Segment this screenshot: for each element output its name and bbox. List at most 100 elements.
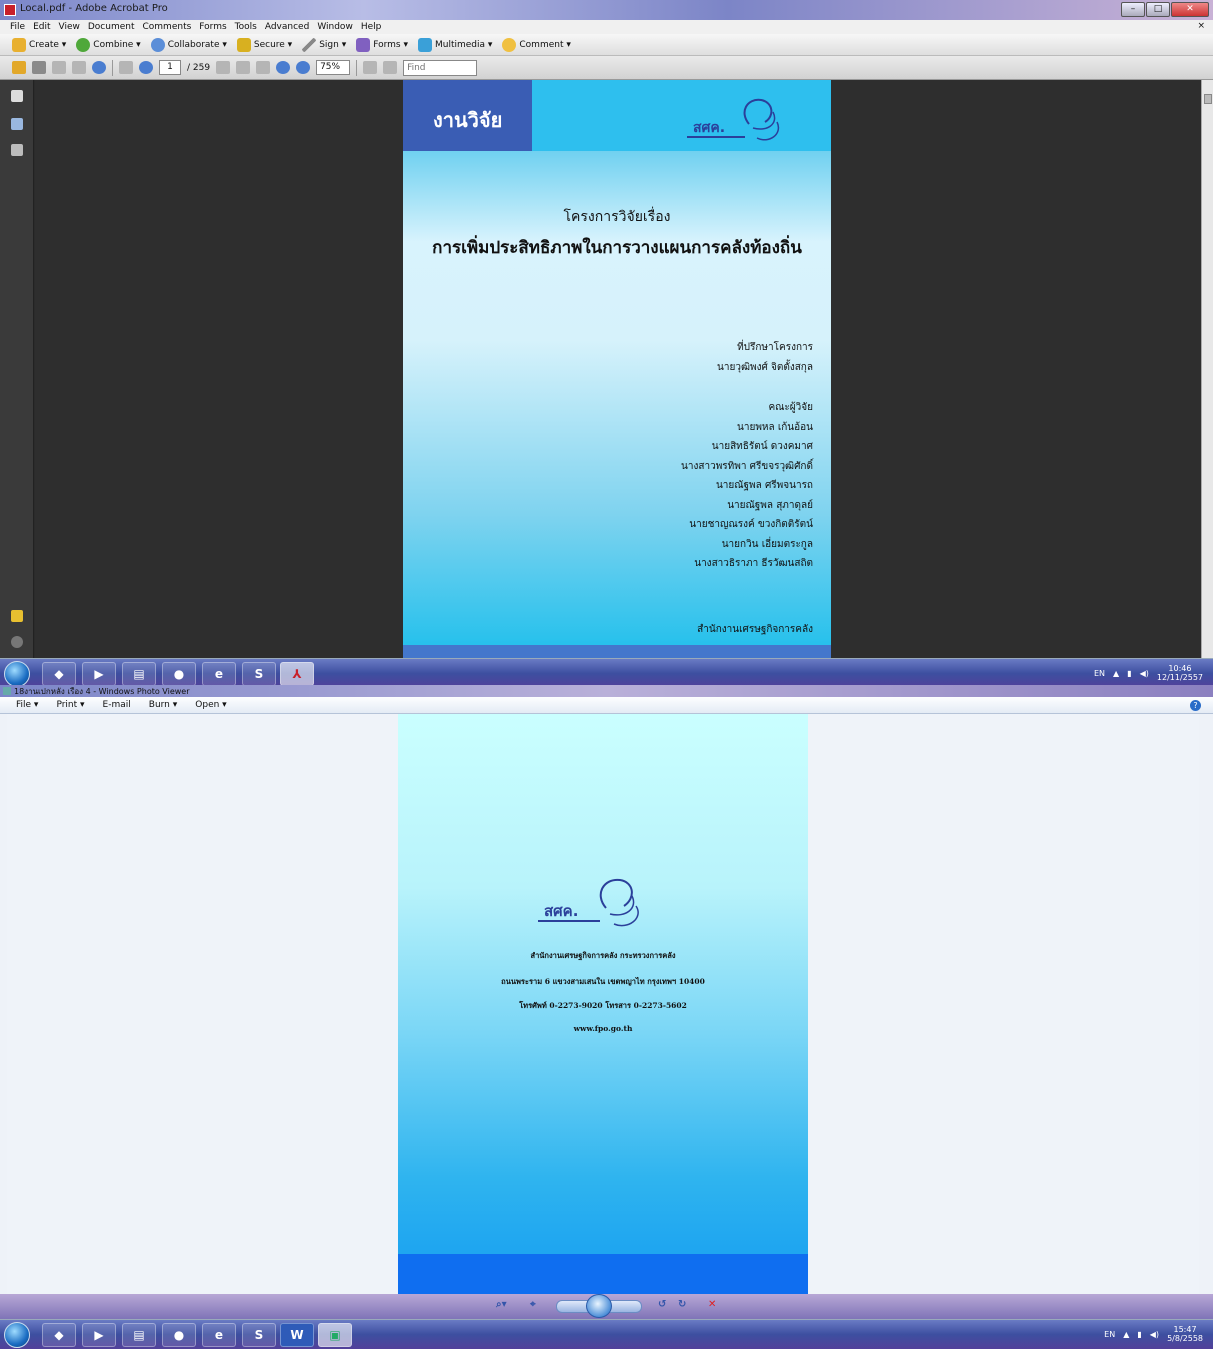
menu-help[interactable]: Help [361, 22, 382, 32]
email-icon[interactable] [72, 61, 86, 74]
taskbar-app-skype[interactable]: S [242, 1323, 276, 1347]
save-icon[interactable] [52, 61, 66, 74]
acrobat-title-bar[interactable]: Local.pdf - Adobe Acrobat Pro – □ ✕ [0, 0, 1213, 20]
document-close-button[interactable]: × [1197, 21, 1205, 31]
menu-tools[interactable]: Tools [235, 22, 257, 32]
actual-size-icon[interactable]: ⌖ [530, 1299, 536, 1314]
delete-icon[interactable]: ✕ [708, 1299, 716, 1314]
taskbar-app-player[interactable]: ▶ [82, 662, 116, 686]
close-button[interactable]: ✕ [1171, 2, 1209, 17]
forms-button[interactable]: Forms ▾ [356, 37, 408, 52]
clock[interactable]: 15:47 5/8/2558 [1167, 1325, 1203, 1343]
signatures-panel-icon[interactable] [11, 144, 23, 156]
secure-button[interactable]: Secure ▾ [236, 37, 292, 52]
taskbar-app-acrobat[interactable]: ⅄ [280, 662, 314, 686]
taskbar-app-folder[interactable]: ▤ [122, 662, 156, 686]
tray-arrow-icon[interactable]: ▲ [1123, 1330, 1129, 1339]
marquee-zoom-icon[interactable] [256, 61, 271, 74]
pv-menu-print[interactable]: Print ▾ [56, 700, 84, 710]
taskbar-app-media[interactable]: ◆ [42, 1323, 76, 1347]
previous-page-icon[interactable] [119, 61, 133, 74]
photo-viewer-menubar: File ▾ Print ▾ E-mail Burn ▾ Open ▾ ? [0, 697, 1213, 714]
taskbar-app-ie[interactable]: e [202, 1323, 236, 1347]
taskbar-app-ie[interactable]: e [202, 662, 236, 686]
create-button[interactable]: Create ▾ [12, 37, 66, 52]
help-icon[interactable]: ? [1190, 700, 1201, 711]
team-block: คณะผู้วิจัย นายพหล เก้นอ้อน นายสิทธิรัตน… [681, 398, 813, 574]
attachments-panel-icon[interactable] [11, 636, 23, 648]
language-indicator[interactable]: EN [1104, 1330, 1115, 1339]
open-folder-icon[interactable] [12, 61, 26, 74]
multimedia-button[interactable]: Multimedia ▾ [417, 37, 492, 52]
team-member: นายกวิน เอี่ยมตระกูล [721, 538, 813, 550]
fit-width-icon[interactable] [383, 61, 398, 74]
taskbar-app-word[interactable]: W [280, 1323, 314, 1347]
sign-button[interactable]: Sign ▾ [302, 37, 346, 52]
page-total: / 259 [187, 62, 211, 73]
taskbar-app-chrome[interactable]: ● [162, 662, 196, 686]
hand-tool-icon[interactable] [236, 61, 251, 74]
select-tool-icon[interactable] [216, 61, 231, 74]
tray-arrow-icon[interactable]: ▲ [1113, 669, 1119, 678]
menu-window[interactable]: Window [317, 22, 353, 32]
pv-menu-open[interactable]: Open ▾ [195, 700, 226, 710]
fit-page-icon[interactable] [363, 61, 378, 74]
volume-icon[interactable]: ◀) [1150, 1330, 1159, 1339]
menu-forms[interactable]: Forms [199, 22, 226, 32]
rotate-counterclockwise-icon[interactable]: ↺ [658, 1299, 666, 1314]
network-icon[interactable]: ▮ [1137, 1330, 1141, 1339]
menu-comments[interactable]: Comments [143, 22, 192, 32]
bookmarks-panel-icon[interactable] [11, 118, 23, 130]
vertical-scrollbar[interactable] [1201, 80, 1213, 658]
menu-file[interactable]: File [10, 22, 25, 32]
menu-view[interactable]: View [59, 22, 80, 32]
taskbar-app-player[interactable]: ▶ [82, 1323, 116, 1347]
photo-website-line: www.fpo.go.th [573, 1024, 633, 1033]
volume-icon[interactable]: ◀) [1140, 669, 1149, 678]
network-icon[interactable]: ▮ [1127, 669, 1131, 678]
pages-panel-icon[interactable] [11, 90, 23, 102]
print-icon[interactable] [32, 61, 46, 74]
maximize-button[interactable]: □ [1146, 2, 1170, 17]
menu-edit[interactable]: Edit [33, 22, 50, 32]
comments-panel-icon[interactable] [11, 610, 23, 622]
start-button[interactable] [4, 1322, 30, 1348]
rotate-clockwise-icon[interactable]: ↻ [678, 1299, 686, 1314]
pv-menu-file[interactable]: File ▾ [16, 700, 38, 710]
document-viewer[interactable]: งานวิจัย สศค. โครงการวิจัยเรื่อง การเพิ่… [35, 80, 1201, 658]
pdf-project-title: การเพิ่มประสิทธิภาพในการวางแผนการคลังท้อ… [432, 238, 802, 258]
minimize-button[interactable]: – [1121, 2, 1145, 17]
collaborate-button[interactable]: Collaborate ▾ [150, 37, 227, 52]
zoom-out-icon[interactable] [276, 61, 291, 74]
language-indicator[interactable]: EN [1094, 669, 1105, 678]
team-heading: คณะผู้วิจัย [768, 402, 813, 413]
pv-menu-burn[interactable]: Burn ▾ [149, 700, 178, 710]
create-icon [12, 37, 26, 52]
toolbar-separator [112, 59, 113, 76]
taskbar-app-photo-viewer[interactable]: ▣ [318, 1323, 352, 1347]
globe-icon[interactable] [92, 61, 106, 74]
scrollbar-thumb[interactable] [1204, 94, 1212, 104]
taskbar-app-skype[interactable]: S [242, 662, 276, 686]
zoom-icon[interactable]: ⌕▾ [496, 1299, 507, 1314]
photo-viewer-app-icon [3, 687, 11, 695]
pv-menu-email[interactable]: E-mail [103, 700, 131, 710]
team-member: นายณัฐพล สุภาดุลย์ [727, 499, 813, 511]
start-button[interactable] [4, 661, 30, 687]
zoom-in-icon[interactable] [296, 61, 311, 74]
find-input[interactable] [403, 59, 478, 76]
clock[interactable]: 10:46 12/11/2557 [1157, 664, 1203, 682]
menu-document[interactable]: Document [88, 22, 135, 32]
menu-advanced[interactable]: Advanced [265, 22, 309, 32]
taskbar-app-media[interactable]: ◆ [42, 662, 76, 686]
zoom-level-select[interactable]: 75% [316, 60, 351, 75]
taskbar-app-folder[interactable]: ▤ [122, 1323, 156, 1347]
next-page-icon[interactable] [139, 61, 153, 74]
combine-button[interactable]: Combine ▾ [76, 37, 141, 52]
slideshow-button[interactable] [586, 1294, 612, 1318]
system-tray-top: EN ▲ ▮ ◀) 10:46 12/11/2557 [1094, 664, 1203, 682]
comment-button[interactable]: Comment ▾ [502, 37, 571, 52]
photo-viewer-title-bar[interactable]: 18งานเปกหลัง เรือง 4 - Windows Photo Vie… [0, 685, 1213, 697]
page-number-input[interactable]: 1 [159, 60, 181, 75]
taskbar-app-chrome[interactable]: ● [162, 1323, 196, 1347]
